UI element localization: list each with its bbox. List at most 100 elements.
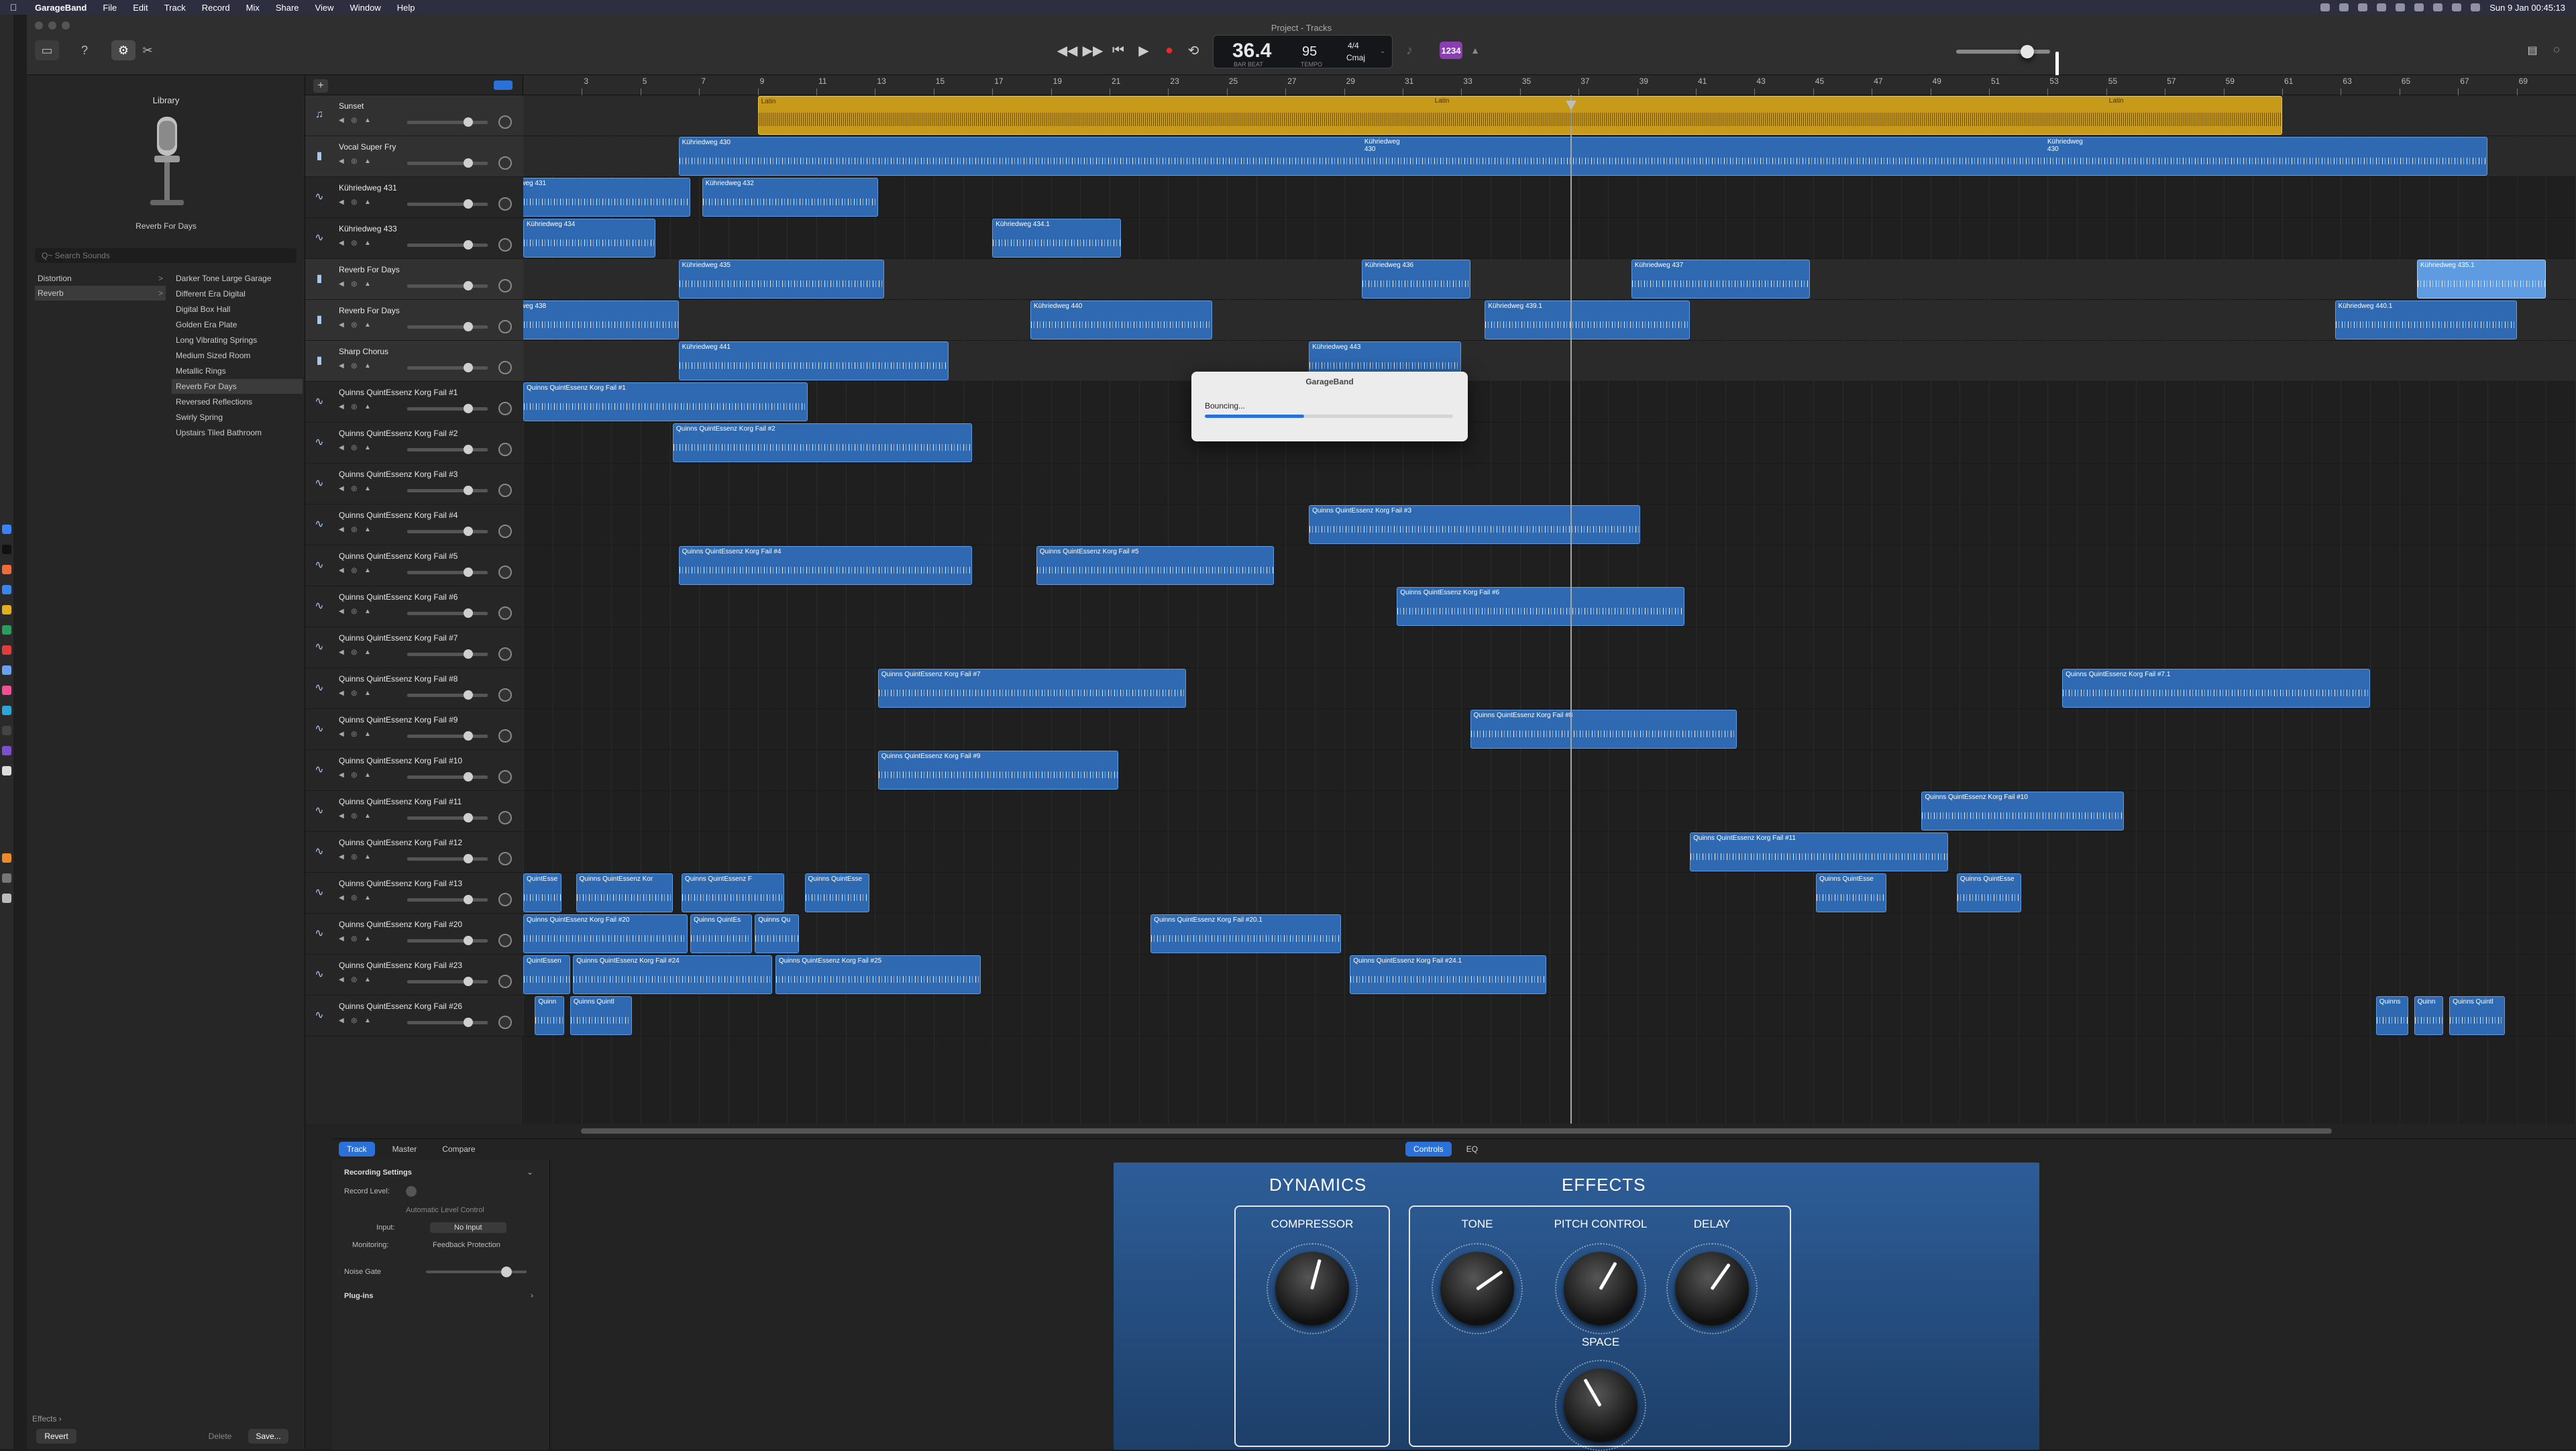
track-name[interactable]: Quinns QuintEssenz Korg Fail #10 — [339, 756, 462, 765]
track-header[interactable]: ∿ Quinns QuintEssenz Korg Fail #9 ◀ ◎ ▲ — [305, 709, 523, 750]
mute-solo-icons[interactable]: ◀ ◎ ▲ — [339, 321, 374, 329]
mute-solo-icons[interactable]: ◀ ◎ ▲ — [339, 608, 374, 615]
audio-region[interactable]: Quinns QuintEsse — [804, 873, 869, 912]
fast-forward-icon[interactable]: ▶▶ — [1083, 40, 1104, 60]
chevron-down-icon[interactable]: ⌄ — [527, 1167, 533, 1177]
track-header[interactable]: ▮ Reverb For Days ◀ ◎ ▲ — [305, 300, 523, 341]
mute-solo-icons[interactable]: ◀ ◎ ▲ — [339, 1017, 374, 1024]
tab-master[interactable]: Master — [384, 1142, 425, 1157]
menu-app-name[interactable]: GarageBand — [27, 3, 95, 13]
track-pan-knob[interactable] — [498, 402, 512, 415]
help-icon[interactable]: ? — [72, 40, 97, 60]
mute-solo-icons[interactable]: ◀ ◎ ▲ — [339, 158, 374, 165]
track-volume-knob[interactable] — [464, 322, 473, 331]
save-button[interactable]: Save... — [248, 1429, 288, 1444]
track-volume-knob[interactable] — [464, 854, 473, 863]
track-header[interactable]: ∿ Quinns QuintEssenz Korg Fail #13 ◀ ◎ ▲ — [305, 873, 523, 914]
track-name[interactable]: Quinns QuintEssenz Korg Fail #1 — [339, 388, 458, 397]
track-pan-knob[interactable] — [498, 770, 512, 784]
track-header[interactable]: ∿ Quinns QuintEssenz Korg Fail #5 ◀ ◎ ▲ — [305, 545, 523, 586]
mute-solo-icons[interactable]: ◀ ◎ ▲ — [339, 731, 374, 738]
audio-region[interactable]: Quinns QuintEssenz Kor — [576, 873, 673, 912]
mute-solo-icons[interactable]: ◀ ◎ ▲ — [339, 117, 374, 124]
audio-region[interactable]: Quinns QuintEssenz Korg Fail #8 — [1470, 710, 1737, 749]
rewind-icon[interactable]: ◀◀ — [1057, 40, 1078, 60]
library-preset-item[interactable]: Darker Tone Large Garage — [172, 271, 303, 286]
track-header[interactable]: ▮ Vocal Super Fry ◀ ◎ ▲ — [305, 136, 523, 177]
audio-region[interactable]: Quinns QuintEssenz Korg Fail #6 — [1397, 587, 1684, 626]
track-header[interactable]: ♫ Sunset ◀ ◎ ▲ — [305, 95, 523, 136]
track-name[interactable]: Sunset — [339, 101, 364, 111]
master-volume-slider[interactable] — [1956, 45, 2059, 83]
library-preset-item[interactable]: Long Vibrating Springs — [172, 333, 303, 347]
track-volume-slider[interactable] — [407, 568, 488, 577]
dock-app-icon[interactable] — [2, 853, 11, 863]
dock-app-icon[interactable] — [2, 545, 11, 554]
track-header[interactable]: ∿ Quinns QuintEssenz Korg Fail #3 ◀ ◎ ▲ — [305, 464, 523, 504]
mute-solo-icons[interactable]: ◀ ◎ ▲ — [339, 649, 374, 656]
mute-solo-icons[interactable]: ◀ ◎ ▲ — [339, 853, 374, 861]
record-icon[interactable]: ● — [1159, 40, 1179, 60]
track-name[interactable]: Quinns QuintEssenz Korg Fail #4 — [339, 510, 458, 520]
auto-level-checkbox[interactable]: Automatic Level Control — [406, 1206, 484, 1214]
audio-region[interactable]: Kühriedweg 432 — [702, 178, 878, 217]
count-in-button[interactable]: 1234 — [1440, 42, 1462, 59]
dock-app-icon[interactable] — [2, 605, 11, 614]
audio-region[interactable]: Quinns Qu — [755, 914, 799, 953]
audio-region[interactable]: Quinns QuintEssenz Korg Fail #20 — [523, 914, 688, 953]
track-name[interactable]: Kühriedweg 431 — [339, 183, 397, 193]
track-volume-slider[interactable] — [407, 199, 488, 209]
track-volume-slider[interactable] — [407, 117, 488, 127]
dock-app-icon[interactable] — [2, 873, 11, 883]
track-pan-knob[interactable] — [498, 115, 512, 129]
track-volume-slider[interactable] — [407, 731, 488, 741]
audio-region[interactable]: Kühriedweg 435.1 — [2417, 260, 2546, 299]
audio-region[interactable]: Quinns QuintEssenz Korg Fail #3 — [1309, 505, 1640, 544]
library-preset-item[interactable]: Golden Era Plate — [172, 317, 303, 332]
track-volume-slider[interactable] — [407, 404, 488, 413]
dock-app-icon[interactable] — [2, 525, 11, 534]
add-track-button[interactable]: + — [313, 79, 328, 93]
filter-icon[interactable] — [494, 80, 513, 90]
audio-region[interactable]: Kühriedweg 430 — [678, 137, 2487, 176]
audio-region[interactable]: Kühriedweg 440 — [1030, 301, 1212, 339]
menu-share[interactable]: Share — [268, 3, 307, 13]
tab-track[interactable]: Track — [339, 1142, 375, 1157]
track-name[interactable]: Quinns QuintEssenz Korg Fail #7 — [339, 633, 458, 643]
track-pan-knob[interactable] — [498, 647, 512, 661]
track-volume-slider[interactable] — [407, 895, 488, 904]
track-volume-knob[interactable] — [464, 608, 473, 618]
audio-region[interactable]: Quinns QuintEssenz Korg Fail #7 — [877, 669, 1186, 708]
tab-eq[interactable]: EQ — [1458, 1142, 1486, 1157]
track-volume-knob[interactable] — [464, 1018, 473, 1027]
track-name[interactable]: Quinns QuintEssenz Korg Fail #20 — [339, 920, 462, 929]
track-volume-knob[interactable] — [464, 731, 473, 741]
master-volume-knob[interactable] — [2021, 45, 2059, 83]
wifi-icon[interactable] — [2433, 3, 2443, 11]
playhead[interactable] — [1570, 95, 1572, 1124]
track-name[interactable]: Quinns QuintEssenz Korg Fail #6 — [339, 592, 458, 602]
library-preset-item-selected[interactable]: Reverb For Days — [172, 379, 303, 394]
track-header[interactable]: ∿ Quinns QuintEssenz Korg Fail #12 ◀ ◎ ▲ — [305, 832, 523, 873]
track-header[interactable]: ∿ Quinns QuintEssenz Korg Fail #20 ◀ ◎ ▲ — [305, 914, 523, 955]
dock-app-icon[interactable] — [2, 625, 11, 635]
mute-solo-icons[interactable]: ◀ ◎ ▲ — [339, 485, 374, 492]
track-volume-knob[interactable] — [464, 690, 473, 700]
noise-gate-knob[interactable] — [501, 1267, 512, 1277]
dock-app-icon[interactable] — [2, 645, 11, 655]
status-icon[interactable] — [2320, 3, 2330, 11]
track-volume-slider[interactable] — [407, 322, 488, 331]
audio-region[interactable]: Quinns QuintEssenz Korg Fail #4 — [678, 546, 972, 585]
track-header[interactable]: ∿ Quinns QuintEssenz Korg Fail #4 ◀ ◎ ▲ — [305, 504, 523, 545]
menu-track[interactable]: Track — [156, 3, 194, 13]
track-volume-knob[interactable] — [464, 363, 473, 372]
menu-clock[interactable]: Sun 9 Jan 00:45:13 — [2489, 3, 2565, 13]
audio-region[interactable]: Kühriedweg 440.1 — [2334, 301, 2517, 339]
track-volume-knob[interactable] — [464, 199, 473, 209]
mute-solo-icons[interactable]: ◀ ◎ ▲ — [339, 239, 374, 247]
track-pan-knob[interactable] — [498, 320, 512, 333]
mute-solo-icons[interactable]: ◀ ◎ ▲ — [339, 894, 374, 902]
track-volume-slider[interactable] — [407, 649, 488, 659]
status-icon[interactable] — [2339, 3, 2349, 11]
track-name[interactable]: Quinns QuintEssenz Korg Fail #9 — [339, 715, 458, 724]
